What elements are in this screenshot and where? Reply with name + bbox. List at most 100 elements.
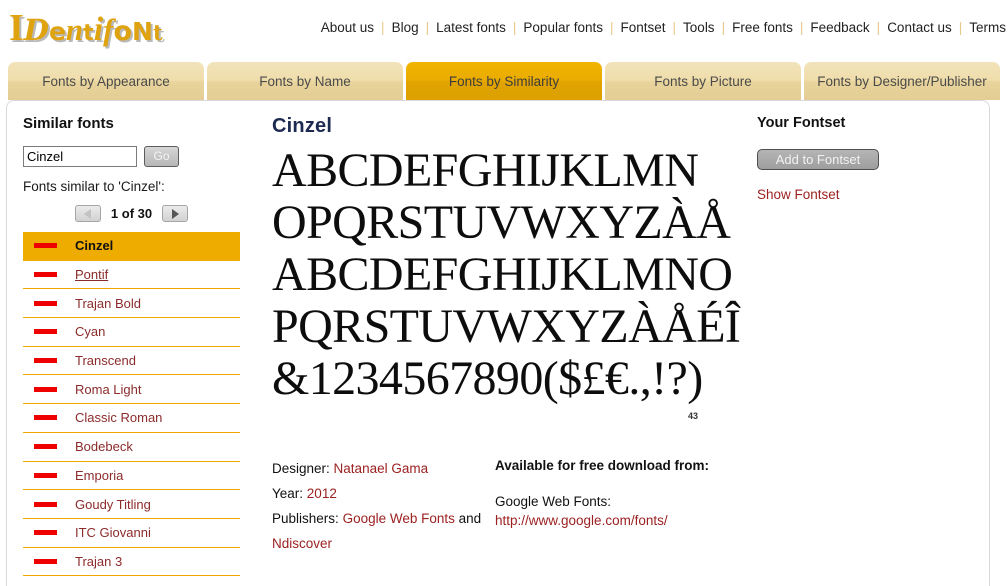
designer-label: Designer: — [272, 461, 330, 476]
specimen-line: PQRSTUVWXYZÀÅÉÎ — [272, 300, 741, 353]
designer-link[interactable]: Natanael Gama — [334, 461, 429, 476]
logo-letter-n: n — [65, 12, 84, 47]
logo-letter-e: e — [48, 17, 66, 46]
red-dash-icon — [34, 272, 57, 278]
font-specimen: ABCDEFGHIJKLMN OPQRSTUVWXYZÀÅ ABCDEFGHIJKL… — [272, 145, 745, 405]
download-url-link[interactable]: http://www.google.com/fonts/ — [495, 511, 710, 530]
fontset-heading: Your Fontset — [757, 115, 846, 131]
tab-fonts-by-similarity[interactable]: Fonts by Similarity — [406, 62, 602, 100]
nav-item-popular-fonts[interactable]: Popular fonts — [523, 20, 603, 35]
similar-fonts-sidebar: Similar fonts Go Fonts similar to 'Cinze… — [7, 101, 255, 586]
logo-letter-i: i — [93, 11, 104, 48]
font-list-item[interactable]: Goudy Titling — [23, 490, 240, 519]
site-logo[interactable]: IDentifoNt — [9, 6, 163, 50]
logo-letter-t: t — [83, 21, 94, 46]
font-list-item[interactable]: Transcend — [23, 347, 240, 376]
free-download-block: Available for free download from: Google… — [495, 456, 710, 530]
nav-separator: | — [609, 20, 614, 35]
font-list-item-label: Classic Roman — [75, 410, 163, 426]
nav-separator: | — [876, 20, 881, 35]
logo-letter-t2: t — [152, 20, 163, 45]
font-list-item-label: Transcend — [75, 353, 136, 369]
specimen-line: ABCDEFGHIJKLMN — [272, 144, 699, 197]
nav-item-about-us[interactable]: About us — [321, 20, 374, 35]
nav-item-terms[interactable]: Terms — [969, 20, 1006, 35]
red-dash-icon — [34, 358, 57, 364]
nav-item-contact-us[interactable]: Contact us — [887, 20, 952, 35]
publishers-conjunction: and — [458, 511, 482, 526]
pagination: 1 of 30 — [23, 205, 240, 222]
red-dash-icon — [34, 501, 57, 507]
tab-fonts-by-name[interactable]: Fonts by Name — [207, 62, 403, 100]
page-title: Cinzel — [272, 115, 333, 137]
nav-separator: | — [958, 20, 963, 35]
font-list-item[interactable]: Pontif — [23, 261, 240, 290]
go-button[interactable]: Go — [144, 146, 179, 167]
red-dash-icon — [34, 243, 57, 249]
logo-letter-I: I — [9, 7, 24, 49]
top-navigation: About us | Blog | Latest fonts | Popular fonts… — [321, 20, 1006, 35]
font-list-item[interactable]: Emporia — [23, 462, 240, 491]
red-dash-icon — [34, 472, 57, 478]
publishers-label: Publishers: — [272, 511, 339, 526]
search-input[interactable] — [23, 146, 137, 167]
chevron-right-icon — [171, 208, 179, 219]
show-fontset-link[interactable]: Show Fontset — [757, 187, 987, 202]
font-list-item[interactable]: ITC Giovanni — [23, 519, 240, 548]
year-link[interactable]: 2012 — [307, 486, 337, 501]
designer-row: Designer: Natanael Gama — [272, 456, 497, 481]
font-list-item[interactable]: Roma Light — [23, 375, 240, 405]
nav-item-feedback[interactable]: Feedback — [810, 20, 869, 35]
red-dash-icon — [34, 386, 57, 392]
publisher-link-ndiscover[interactable]: Ndiscover — [272, 536, 332, 551]
chevron-left-icon — [84, 208, 92, 219]
download-heading: Available for free download from: — [495, 458, 710, 473]
add-to-fontset-button[interactable]: Add to Fontset — [757, 149, 879, 170]
red-dash-icon — [34, 329, 57, 335]
font-list-item-label: Bodebeck — [75, 439, 133, 455]
font-list-item[interactable]: Trajan 3 — [23, 548, 240, 577]
nav-separator: | — [381, 20, 385, 35]
search-row: Go — [23, 146, 255, 167]
tab-bar: Fonts by Appearance Fonts by Name Fonts … — [0, 62, 1008, 100]
font-list-item-label: Cyan — [75, 324, 106, 340]
font-metadata: Designer: Natanael Gama Year: 2012 Publi… — [272, 456, 497, 556]
next-page-button[interactable] — [162, 205, 189, 222]
sidebar-heading: Similar fonts — [23, 115, 114, 132]
logo-letter-N: N — [132, 17, 153, 46]
font-list-item-label: ITC Giovanni — [75, 525, 151, 541]
tab-fonts-by-appearance[interactable]: Fonts by Appearance — [8, 62, 204, 100]
font-list-item[interactable]: Classic Roman — [23, 404, 240, 433]
font-list-item-label: Roma Light — [75, 381, 142, 397]
publishers-row: Publishers: Google Web Fonts and Ndiscov… — [272, 506, 497, 556]
tab-fonts-by-picture[interactable]: Fonts by Picture — [605, 62, 801, 100]
font-list-item[interactable]: Bodebeck — [23, 433, 240, 462]
specimen-line: &1234567890($£€.,!?) — [272, 352, 703, 405]
nav-item-latest-fonts[interactable]: Latest fonts — [436, 20, 506, 35]
logo-letter-f: f — [103, 12, 114, 47]
nav-item-tools[interactable]: Tools — [683, 20, 715, 35]
font-detail-main: Cinzel ABCDEFGHIJKLMN OPQRSTUVWXYZÀÅ ABCDE… — [255, 101, 745, 586]
red-dash-icon — [34, 415, 57, 421]
font-list-item[interactable]: Cyan — [23, 318, 240, 347]
logo-letter-o: o — [113, 16, 133, 47]
font-list-item-label: Trajan 3 — [75, 553, 123, 569]
nav-item-blog[interactable]: Blog — [392, 20, 419, 35]
red-dash-icon — [34, 558, 57, 564]
publisher-link-google-web-fonts[interactable]: Google Web Fonts — [343, 511, 455, 526]
nav-item-free-fonts[interactable]: Free fonts — [732, 20, 793, 35]
nav-item-fontset[interactable]: Fontset — [621, 20, 666, 35]
font-list-item-label: Goudy Titling — [75, 496, 151, 512]
similar-fonts-list: Cinzel Pontif Trajan Bold Cyan Transcend Roma… — [23, 232, 240, 577]
logo-letter-D: D — [23, 13, 49, 47]
nav-separator: | — [721, 20, 726, 35]
previous-page-button[interactable] — [74, 205, 101, 222]
font-list-item-label: Emporia — [75, 467, 124, 483]
font-list-item[interactable]: Cinzel — [23, 232, 240, 261]
tab-fonts-by-designer-publisher[interactable]: Fonts by Designer/Publisher — [804, 62, 1000, 100]
font-list-item-label: Cinzel — [75, 238, 114, 254]
pagination-label: 1 of 30 — [110, 206, 153, 221]
nav-separator: | — [799, 20, 804, 35]
font-list-item[interactable]: Trajan Bold — [23, 289, 240, 319]
specimen-line: OPQRSTUVWXYZÀÅ — [272, 196, 731, 249]
